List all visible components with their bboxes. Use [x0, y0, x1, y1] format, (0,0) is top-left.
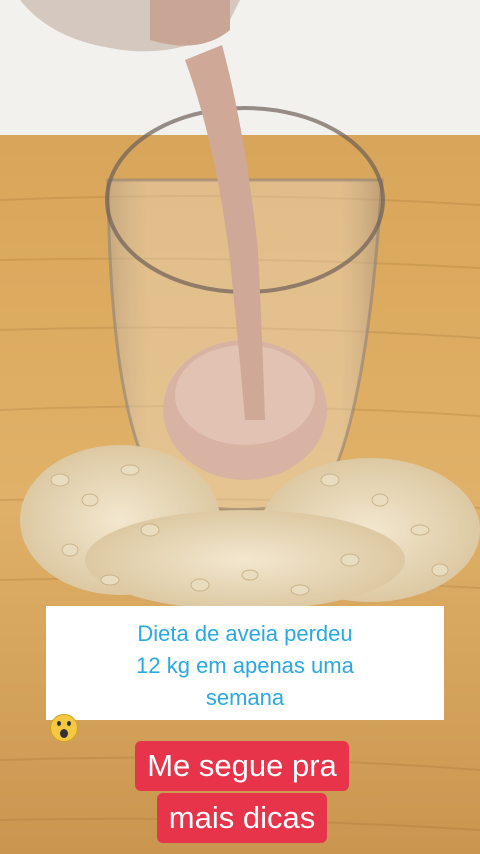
caption-box: Dieta de aveia perdeu 12 kg em apenas um… [46, 606, 444, 742]
caption-line-1: Dieta de aveia perdeu [137, 621, 353, 646]
follow-cta: Me segue pra mais dicas [108, 733, 376, 847]
cta-line-2: mais dicas [156, 793, 328, 843]
scream-emoji-icon [50, 714, 78, 742]
caption-line-2: 12 kg em apenas uma [136, 653, 354, 678]
video-frame: Dieta de aveia perdeu 12 kg em apenas um… [0, 0, 480, 854]
cta-line-1: Me segue pra [135, 741, 349, 791]
